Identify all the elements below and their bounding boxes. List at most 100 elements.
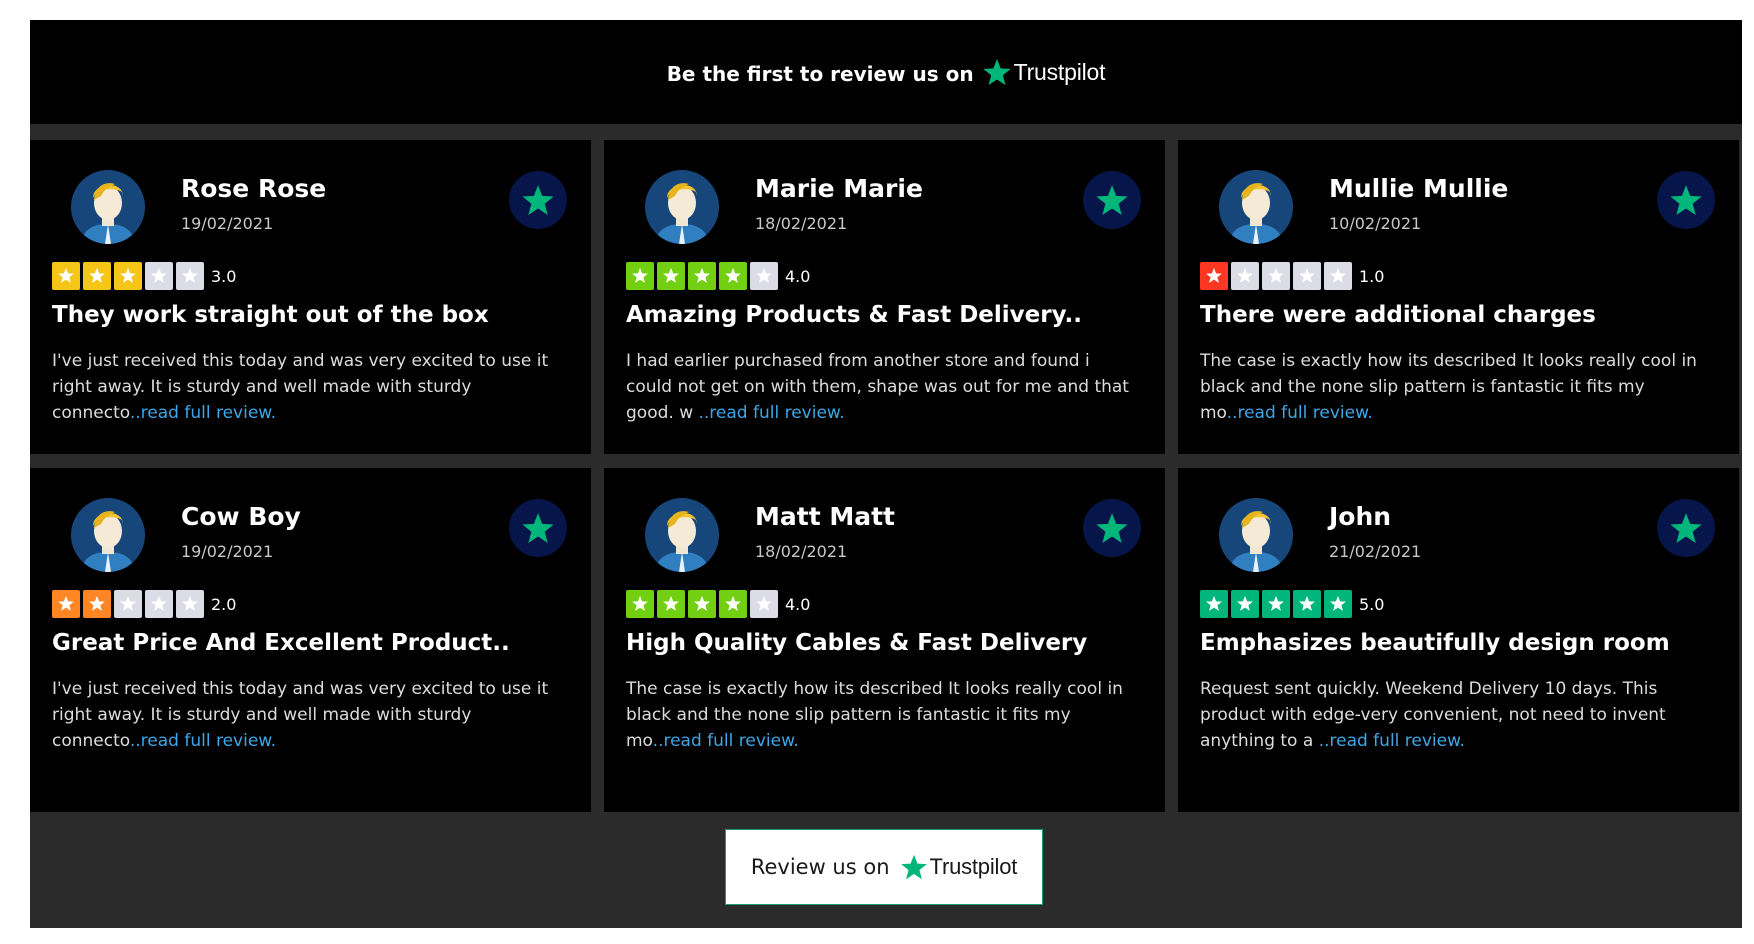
trustpilot-star-icon — [900, 854, 927, 880]
review-title: There were additional charges — [1200, 302, 1596, 328]
rating-star-icon — [83, 262, 111, 290]
rating-score: 3.0 — [211, 266, 237, 286]
read-full-review-link[interactable]: ..read full review. — [130, 731, 276, 751]
reviewer-name: Marie Marie — [755, 174, 923, 203]
trustpilot-logo[interactable]: Trustpilot — [982, 57, 1106, 87]
rating-star-icon — [145, 262, 173, 290]
rating-star-icon — [1293, 590, 1321, 618]
review-body: The case is exactly how its described It… — [1200, 348, 1720, 426]
rating-star-icon — [750, 262, 778, 290]
rating-stars — [1200, 262, 1355, 290]
review-excerpt: I've just received this today and was ve… — [52, 351, 549, 423]
rating-star-icon — [626, 590, 654, 618]
header-prefix: Be the first to review us on — [666, 62, 974, 86]
review-date: 10/02/2021 — [1329, 214, 1422, 233]
header-banner: Be the first to review us on Trustpilot — [30, 20, 1742, 124]
rating-star-icon — [114, 590, 142, 618]
rating-stars — [52, 262, 207, 290]
review-body: I've just received this today and was ve… — [52, 676, 572, 754]
review-date: 18/02/2021 — [755, 542, 848, 561]
trustpilot-badge-icon[interactable] — [1082, 498, 1142, 558]
rating-star-icon — [1231, 590, 1259, 618]
review-card: Cow Boy 19/02/2021 2.0 Great Price And E… — [30, 468, 591, 812]
trustpilot-logo: Trustpilot — [900, 853, 1018, 881]
rating-star-icon — [719, 262, 747, 290]
rating-score: 4.0 — [785, 594, 811, 614]
review-title: Great Price And Excellent Product.. — [52, 630, 510, 656]
review-date: 19/02/2021 — [181, 214, 274, 233]
reviewer-name: John — [1329, 502, 1392, 531]
trustpilot-star-icon — [982, 58, 1011, 86]
rating-star-icon — [114, 262, 142, 290]
avatar-icon — [1219, 170, 1293, 244]
trustpilot-wordmark: Trustpilot — [929, 854, 1018, 879]
rating-star-icon — [1200, 590, 1228, 618]
reviewer-name: Rose Rose — [181, 174, 327, 203]
rating-star-icon — [1324, 262, 1352, 290]
avatar-icon — [645, 170, 719, 244]
avatar-icon — [71, 498, 145, 572]
avatar-icon — [71, 170, 145, 244]
read-full-review-link[interactable]: ..read full review. — [653, 731, 799, 751]
reviewer-name: Matt Matt — [755, 502, 896, 531]
reviewer-name: Cow Boy — [181, 502, 301, 531]
rating-stars — [626, 262, 781, 290]
avatar-icon — [645, 498, 719, 572]
review-body: I've just received this today and was ve… — [52, 348, 572, 426]
review-card: John 21/02/2021 5.0 Emphasizes beautiful… — [1178, 468, 1739, 812]
rating-score: 4.0 — [785, 266, 811, 286]
review-card: Matt Matt 18/02/2021 4.0 High Quality Ca… — [604, 468, 1165, 812]
trustpilot-badge-icon[interactable] — [508, 498, 568, 558]
rating-score: 1.0 — [1359, 266, 1385, 286]
rating-star-icon — [657, 262, 685, 290]
review-title: They work straight out of the box — [52, 302, 489, 328]
review-title: Amazing Products & Fast Delivery.. — [626, 302, 1082, 328]
read-full-review-link[interactable]: ..read full review. — [1227, 403, 1373, 423]
rating-star-icon — [52, 590, 80, 618]
review-us-button[interactable]: Review us on Trustpilot — [725, 829, 1043, 905]
review-body: I had earlier purchased from another sto… — [626, 348, 1146, 426]
rating-star-icon — [83, 590, 111, 618]
star-rating: 5.0 — [1200, 590, 1384, 618]
rating-star-icon — [1324, 590, 1352, 618]
reviews-widget: Be the first to review us on Trustpilot — [30, 20, 1742, 928]
trustpilot-badge-icon[interactable] — [1656, 170, 1716, 230]
rating-star-icon — [657, 590, 685, 618]
read-full-review-link[interactable]: ..read full review. — [130, 403, 276, 423]
trustpilot-badge-icon[interactable] — [1082, 170, 1142, 230]
rating-star-icon — [750, 590, 778, 618]
rating-star-icon — [688, 590, 716, 618]
star-rating: 4.0 — [626, 262, 810, 290]
star-rating: 4.0 — [626, 590, 810, 618]
rating-star-icon — [688, 262, 716, 290]
rating-star-icon — [145, 590, 173, 618]
rating-star-icon — [1262, 262, 1290, 290]
rating-stars — [52, 590, 207, 618]
star-rating: 2.0 — [52, 590, 236, 618]
read-full-review-link[interactable]: ..read full review. — [699, 403, 845, 423]
star-rating: 3.0 — [52, 262, 236, 290]
rating-star-icon — [1293, 262, 1321, 290]
trustpilot-badge-icon[interactable] — [1656, 498, 1716, 558]
rating-score: 5.0 — [1359, 594, 1385, 614]
review-excerpt: I've just received this today and was ve… — [52, 679, 549, 751]
trustpilot-badge-icon[interactable] — [508, 170, 568, 230]
rating-star-icon — [176, 262, 204, 290]
rating-star-icon — [719, 590, 747, 618]
review-date: 18/02/2021 — [755, 214, 848, 233]
review-body: The case is exactly how its described It… — [626, 676, 1146, 754]
review-card: Mullie Mullie 10/02/2021 1.0 There were … — [1178, 140, 1739, 454]
rating-star-icon — [1231, 262, 1259, 290]
trustpilot-wordmark: Trustpilot — [1013, 58, 1106, 85]
review-title: High Quality Cables & Fast Delivery — [626, 630, 1088, 656]
rating-star-icon — [52, 262, 80, 290]
review-card: Marie Marie 18/02/2021 4.0 Amazing Produ… — [604, 140, 1165, 454]
avatar-icon — [1219, 498, 1293, 572]
rating-star-icon — [1262, 590, 1290, 618]
review-us-label: Review us on — [750, 855, 890, 879]
review-card: Rose Rose 19/02/2021 3.0 They work strai… — [30, 140, 591, 454]
read-full-review-link[interactable]: ..read full review. — [1319, 731, 1465, 751]
review-title: Emphasizes beautifully design room — [1200, 630, 1670, 656]
review-body: Request sent quickly. Weekend Delivery 1… — [1200, 676, 1720, 754]
rating-star-icon — [1200, 262, 1228, 290]
